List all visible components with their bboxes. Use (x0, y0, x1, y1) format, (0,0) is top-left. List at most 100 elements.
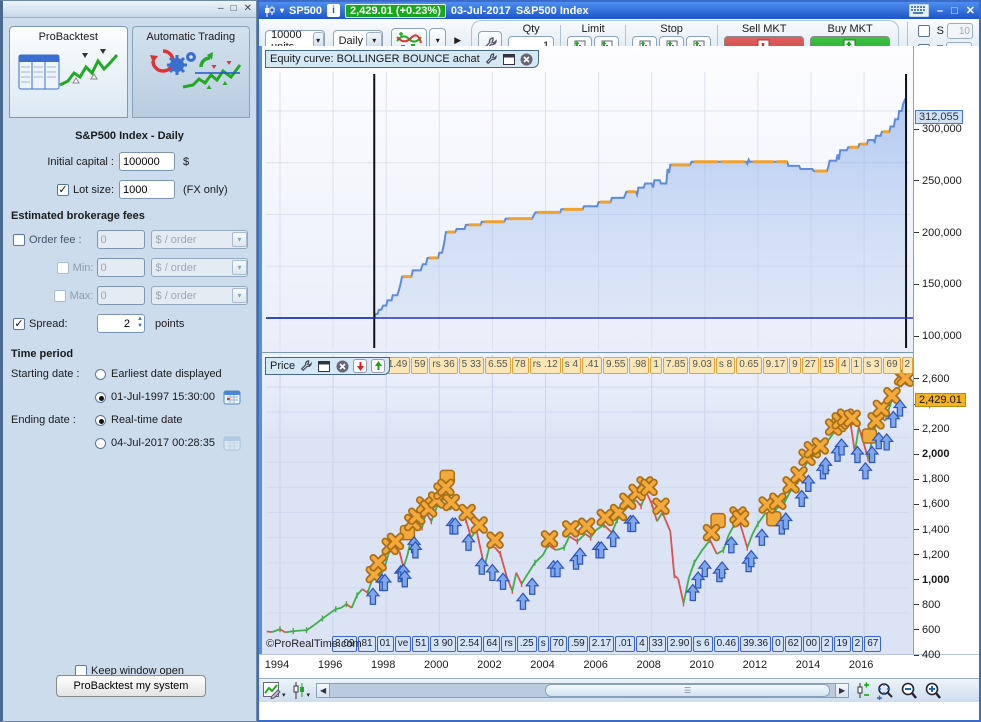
window-icon[interactable] (317, 359, 331, 373)
scroll-right-button[interactable]: ▶ (835, 683, 850, 698)
max-checkbox[interactable]: ✓ (53, 289, 66, 302)
automatic-trading-icon (149, 49, 241, 89)
zoom-out-button[interactable] (900, 682, 918, 700)
spread-stepper[interactable]: ▲ ▼ (137, 316, 143, 329)
price-tick-label: 1,200 (914, 549, 950, 561)
price-tick-label: 600 (914, 624, 940, 636)
info-icon[interactable]: i (327, 4, 341, 17)
trade-gain-tag: rs 36 (429, 357, 458, 374)
price-tick-label: 1,600 (914, 498, 950, 510)
maximize-icon[interactable]: □ (951, 5, 958, 17)
scrollbar-track[interactable]: ☰ (330, 683, 836, 698)
minimize-icon[interactable]: – (218, 4, 224, 14)
magnifier-minus-icon (901, 682, 917, 699)
max-unit-select: $ / order ▾ (150, 286, 248, 305)
buy-arrow-icon[interactable] (371, 359, 386, 373)
scroll-left-button[interactable]: ◀ (316, 683, 331, 698)
price-tick-label: 2,600 (914, 373, 950, 385)
initial-capital-input[interactable] (119, 152, 175, 171)
initial-capital-unit: $ (183, 155, 190, 168)
spread-checkbox[interactable]: ✓ (13, 317, 25, 330)
trade-gain-tag: 59 (411, 357, 429, 374)
titlebar-date: 03-Jul-2017 (450, 4, 511, 17)
trade-exit-tag: 2 (851, 636, 864, 652)
trade-exit-tag: 2 (820, 636, 833, 652)
chart-window-titlebar: ▾ SP500 i 2,429.01 (+0.23%) 03-Jul-2017 … (259, 2, 979, 19)
order-fee-checkbox[interactable]: ✓ (13, 233, 25, 246)
close-icon[interactable] (335, 359, 349, 373)
chevron-down-icon: ▾ (232, 288, 247, 303)
tab-automatic-trading-label: Automatic Trading (146, 31, 236, 43)
starting-date-radio[interactable] (95, 391, 106, 403)
timeframe-value: Daily (338, 34, 364, 47)
equity-curve-pane[interactable]: Equity curve: BOLLINGER BOUNCE achat (259, 46, 979, 352)
expand-arrow-icon[interactable]: ▶ (454, 35, 461, 46)
min-checkbox[interactable]: ✓ (56, 261, 69, 274)
trade-exit-tag: s (537, 636, 549, 652)
year-tick-label: 2016 (848, 659, 874, 671)
trade-gain-tag: 69 (883, 357, 901, 374)
symbol-dropdown-caret[interactable]: ▾ (280, 6, 284, 15)
display-mode-button[interactable]: ▾ (263, 682, 286, 699)
chart-window: ▾ SP500 i 2,429.01 (+0.23%) 03-Jul-2017 … (257, 0, 981, 722)
close-icon[interactable]: ✕ (244, 4, 252, 14)
equity-current-value: 312,055 (915, 109, 963, 124)
scrollbar-thumb[interactable]: ☰ (545, 684, 831, 697)
ending-date-radio[interactable] (95, 437, 106, 449)
close-icon[interactable]: ✕ (966, 4, 975, 17)
maximize-icon[interactable]: □ (231, 4, 237, 14)
price-pane[interactable]: Price 11.49 59 rs 36 5 33 6.55 78 rs .12 s 4.41… (259, 352, 979, 654)
tab-automatic-trading[interactable]: Automatic Trading (131, 26, 250, 118)
symbol-name[interactable]: SP500 (289, 5, 322, 17)
x-axis-years[interactable]: 1994 1996 1998 2000 2002 2004 2006 2008 2010 2012… (259, 654, 979, 678)
window-icon[interactable] (502, 52, 516, 66)
wrench-icon[interactable] (299, 359, 313, 373)
chart-type-button[interactable]: ▾ (292, 682, 310, 699)
max-unit-value: $ / order (155, 289, 197, 302)
lot-size-checkbox[interactable]: ✓ (57, 183, 70, 196)
lot-size-input[interactable] (119, 180, 175, 199)
calendar-icon[interactable] (223, 389, 241, 405)
equity-tick-label: 300,000 (914, 123, 962, 135)
year-tick-label: 1996 (317, 659, 343, 671)
ending-realtime-radio[interactable] (95, 414, 106, 426)
price-y-axis[interactable]: 2,429.01 2,6002,4002,2002,0001,8001,6001… (913, 352, 979, 661)
tab-probacktest[interactable]: ProBacktest (9, 26, 128, 118)
stop-loss-checkbox[interactable]: ✓ (917, 25, 930, 37)
price-tick-label: 1,800 (914, 473, 950, 485)
tab-probacktest-label: ProBacktest (38, 31, 98, 43)
price-chart[interactable] (266, 353, 916, 654)
auto-scale-button[interactable] (855, 682, 870, 699)
min-unit-value: $ / order (155, 261, 197, 274)
keyboard-icon[interactable] (909, 4, 929, 17)
trade-gain-tag: 9.55 (602, 357, 629, 374)
close-icon[interactable] (520, 52, 534, 66)
year-tick-label: 2002 (477, 659, 502, 671)
trade-exit-tag: 19 (833, 636, 851, 652)
price-tick-label: 1,000 (914, 574, 950, 586)
stop-loss-input (947, 23, 973, 39)
titlebar-instrument: S&P500 Index (515, 4, 589, 17)
order-fee-unit-select: $ / order ▾ (150, 230, 248, 249)
chart-horizontal-scrollbar[interactable]: ◀ ☰ ▶ (316, 683, 850, 698)
year-tick-label: 1998 (370, 659, 396, 671)
sell-mkt-label: Sell MKT (741, 22, 787, 35)
starting-earliest-label: Earliest date displayed (111, 368, 222, 380)
trade-gain-tag: 1 (650, 357, 662, 374)
zoom-pan-button[interactable] (876, 682, 894, 700)
wrench-icon[interactable] (484, 52, 498, 66)
equity-y-axis[interactable]: 312,055 300,000 250,000 200,000 150,000 100,… (913, 46, 979, 352)
sell-arrow-icon[interactable] (353, 359, 368, 373)
trade-gain-tag: s 3 (863, 357, 883, 374)
trade-exit-tag: 01 (376, 636, 394, 652)
minimize-icon[interactable]: – (937, 5, 943, 17)
equity-curve-chart[interactable] (266, 46, 916, 352)
trade-exit-tag: 2.54 (456, 636, 483, 652)
price-header-title: Price (270, 360, 296, 372)
trade-gain-tag: rs .12 (529, 357, 561, 374)
starting-earliest-radio[interactable] (95, 368, 106, 380)
prorealtime-app: – □ ✕ ProBacktest Automatic Trading S&P5… (0, 0, 981, 722)
trade-gain-tag: 6.55 (485, 357, 511, 374)
probacktest-submit-button[interactable]: ProBacktest my system (56, 675, 206, 697)
zoom-in-button[interactable] (924, 682, 942, 700)
